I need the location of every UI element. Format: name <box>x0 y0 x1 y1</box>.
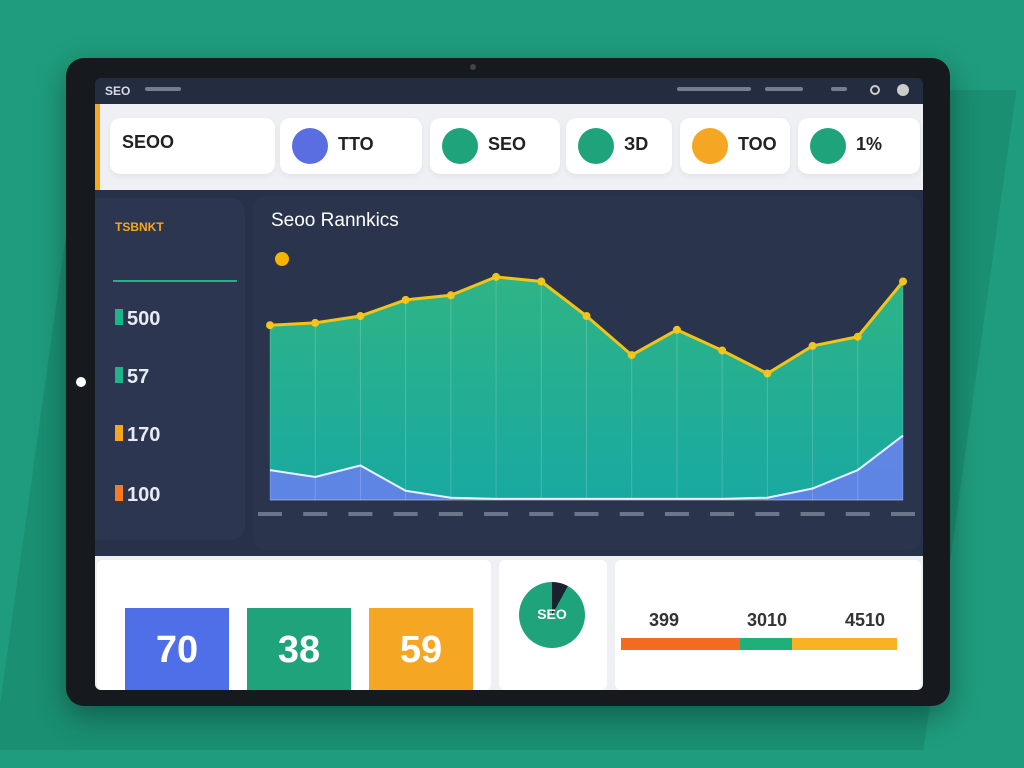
sidebar-stat: 170 <box>115 424 160 447</box>
kpi-value: TOO <box>738 134 777 154</box>
kpi-value: ЗD <box>624 134 649 154</box>
x-tick-label <box>438 512 463 516</box>
x-tick-label <box>393 512 418 516</box>
dashboard-screen: SEO SEOO TTO SEO ЗD TOO 1% TSBNKT 500 57 170 100… <box>95 78 923 690</box>
x-tick-label <box>258 512 282 516</box>
stat-icon <box>115 485 123 501</box>
x-tick-label <box>529 512 554 516</box>
top-nav: SEO <box>95 78 923 104</box>
profile-icon[interactable] <box>897 84 909 96</box>
metric-tile[interactable]: 59 <box>369 608 473 690</box>
stat-value: 57 <box>127 366 150 388</box>
sidebar-progress <box>113 280 237 282</box>
bar-segment <box>739 638 793 650</box>
kpi-value: TTO <box>338 134 374 154</box>
sidebar-stat: 57 <box>115 366 149 389</box>
sidebar-stats: TSBNKT 500 57 170 100 <box>95 198 245 540</box>
kpi-icon <box>692 128 728 164</box>
stat-value: 170 <box>127 424 161 446</box>
rankings-chart <box>258 272 915 516</box>
sidebar-stat: 100 <box>115 484 160 507</box>
chart-panel: Seoo Rannkics <box>253 196 921 550</box>
kpi-card[interactable]: ЗD <box>566 118 672 174</box>
bar-segment <box>621 638 740 650</box>
pie-card: SEO <box>499 560 607 690</box>
camera <box>470 64 476 70</box>
summary-card: 399 3010 4510 <box>615 560 921 690</box>
x-tick-label <box>484 512 509 516</box>
summary-number: 3010 <box>747 610 788 630</box>
kpi-card[interactable]: TTO <box>280 118 422 174</box>
kpi-icon <box>578 128 614 164</box>
kpi-card[interactable]: 1% <box>798 118 920 174</box>
stat-icon <box>115 309 123 325</box>
stat-value: 100 <box>127 484 161 506</box>
nav-link[interactable] <box>677 87 751 91</box>
x-tick-label <box>664 512 689 516</box>
kpi-icon <box>292 128 328 164</box>
x-tick-label <box>891 512 915 516</box>
x-tick-label <box>710 512 735 516</box>
metric-tiles-card: 70 38 59 <box>97 560 491 690</box>
kpi-card[interactable]: SEO <box>430 118 560 174</box>
kpi-icon <box>810 128 846 164</box>
kpi-cards-row: SEOO TTO SEO ЗD TOO 1% <box>95 104 923 190</box>
kpi-card[interactable]: SEOO <box>110 118 275 174</box>
x-tick-label <box>348 512 373 516</box>
metric-tile[interactable]: 38 <box>247 608 351 690</box>
nav-link[interactable] <box>765 87 803 91</box>
home-button[interactable] <box>76 377 86 387</box>
stat-icon <box>115 425 123 441</box>
stat-value: 500 <box>127 308 161 330</box>
stat-icon <box>115 367 123 383</box>
summary-number: 399 <box>649 610 680 630</box>
sidebar-title: TSBNKT <box>115 220 164 234</box>
kpi-card[interactable]: TOO <box>680 118 790 174</box>
x-tick-label <box>800 512 825 516</box>
logo: SEO <box>105 84 131 98</box>
kpi-icon <box>442 128 478 164</box>
kpi-value: SEOO <box>122 132 175 152</box>
nav-link[interactable] <box>145 87 181 91</box>
bar-segment <box>792 638 897 650</box>
bottom-section: 70 38 59 SEO 399 3010 4510 <box>95 556 923 690</box>
notification-icon[interactable] <box>870 85 880 95</box>
x-tick-label <box>619 512 644 516</box>
x-tick-label <box>755 512 780 516</box>
x-tick-label <box>303 512 328 516</box>
x-tick-label <box>574 512 599 516</box>
pie-label: SEO <box>537 606 567 622</box>
kpi-value: SEO <box>488 134 527 154</box>
metric-tile[interactable]: 70 <box>125 608 229 690</box>
kpi-value: 1% <box>856 134 883 154</box>
x-tick-label <box>845 512 870 516</box>
nav-link[interactable] <box>831 87 847 91</box>
sidebar-stat: 500 <box>115 308 160 331</box>
summary-number: 4510 <box>845 610 886 630</box>
